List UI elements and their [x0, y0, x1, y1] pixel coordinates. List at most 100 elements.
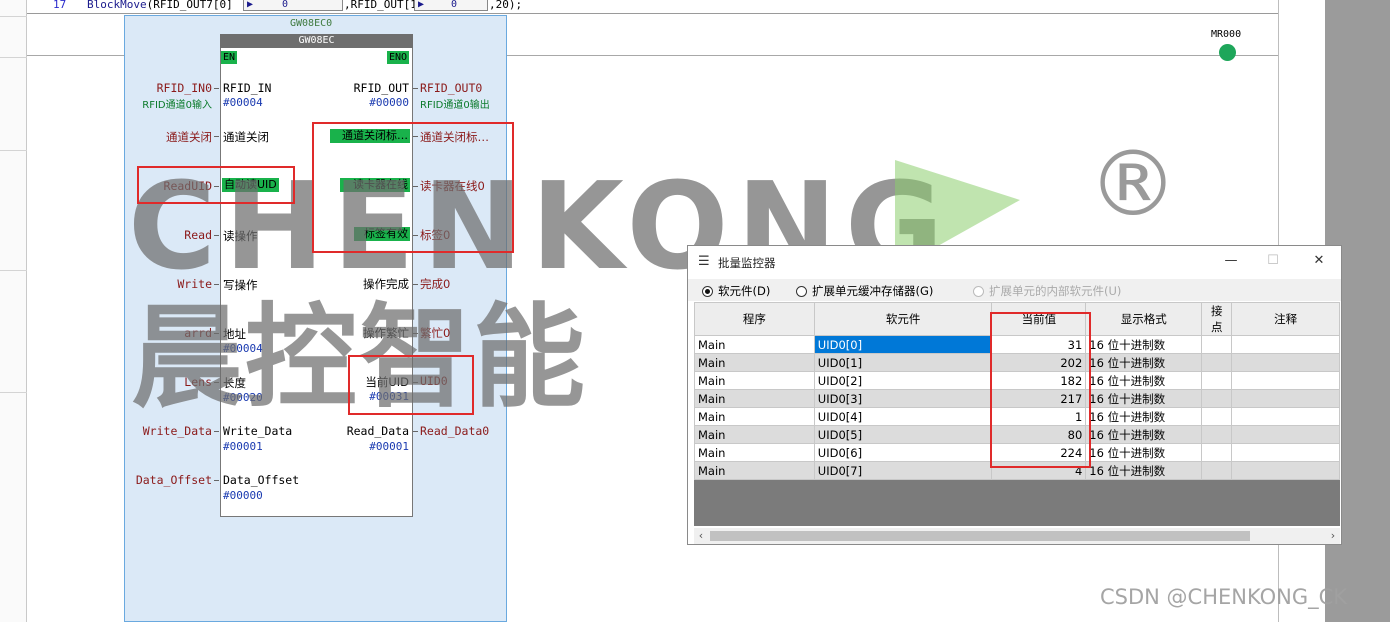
- column-header-comment[interactable]: 注释: [1231, 302, 1340, 336]
- cell-contact[interactable]: [1201, 371, 1233, 390]
- cell-program[interactable]: Main: [694, 389, 815, 408]
- highlight-status-outputs: [312, 122, 514, 253]
- fb-en-pin: EN: [221, 51, 238, 64]
- cell-comment[interactable]: [1231, 425, 1340, 444]
- cell-contact[interactable]: [1201, 443, 1233, 462]
- batch-monitor-window[interactable]: ☰ 批量监控器 — ☐ ✕ 软元件(D) 扩展单元缓冲存储器(G) 扩展单元的内…: [687, 245, 1342, 545]
- coil-icon[interactable]: [1219, 44, 1236, 61]
- cell-program[interactable]: Main: [694, 335, 815, 354]
- cell-device[interactable]: UID0[3]: [813, 389, 993, 408]
- editor-gutter: [0, 0, 27, 622]
- fb-output-pin: Read_Data: [346, 424, 409, 438]
- cell-device[interactable]: UID0[2]: [813, 371, 993, 390]
- coil-label: MR000: [1211, 29, 1242, 40]
- fb-output-ext-label[interactable]: RFID_OUT0: [420, 81, 482, 95]
- function-name: BlockMove: [87, 0, 147, 11]
- cell-program[interactable]: Main: [694, 425, 815, 444]
- column-header-format[interactable]: 显示格式: [1085, 302, 1203, 336]
- fb-input-ext-label[interactable]: RFID_IN0: [122, 81, 212, 95]
- radio-buffer-g[interactable]: 扩展单元缓冲存储器(G): [796, 283, 933, 299]
- window-title: 批量监控器: [718, 256, 776, 270]
- cell-device[interactable]: UID0[5]: [813, 425, 993, 444]
- scroll-right-icon[interactable]: ›: [1326, 528, 1340, 544]
- cell-format[interactable]: 16 位十进制数: [1085, 371, 1203, 390]
- cell-contact[interactable]: [1201, 461, 1233, 480]
- cell-program[interactable]: Main: [694, 461, 815, 480]
- fb-input-ext-label[interactable]: 通道关闭: [122, 129, 212, 145]
- cell-comment[interactable]: [1231, 335, 1340, 354]
- monitor-value: 0: [451, 0, 458, 10]
- cell-contact[interactable]: [1201, 335, 1233, 354]
- cell-format[interactable]: 16 位十进制数: [1085, 389, 1203, 408]
- play-icon: ▶: [418, 0, 425, 10]
- cell-comment[interactable]: [1231, 389, 1340, 408]
- fb-input-value: #00001: [223, 440, 263, 453]
- cell-format[interactable]: 16 位十进制数: [1085, 443, 1203, 462]
- code-text: BlockMove(RFID_OUT7[0]: [87, 0, 233, 11]
- radio-device-d[interactable]: 软元件(D): [702, 283, 770, 299]
- cell-format[interactable]: 16 位十进制数: [1085, 407, 1203, 426]
- watermark-registered-mark: ®: [1088, 132, 1178, 237]
- close-button[interactable]: ✕: [1306, 252, 1332, 270]
- cell-comment[interactable]: [1231, 407, 1340, 426]
- fb-input-ext-label[interactable]: Write_Data: [122, 424, 212, 438]
- fb-eno-pin: ENO: [387, 51, 410, 64]
- fb-input-ext-label[interactable]: Data_Offset: [122, 473, 212, 487]
- cell-program[interactable]: Main: [694, 371, 815, 390]
- cell-device[interactable]: UID0[1]: [813, 353, 993, 372]
- maximize-button[interactable]: ☐: [1260, 252, 1286, 270]
- cell-program[interactable]: Main: [694, 443, 815, 462]
- cell-comment[interactable]: [1231, 353, 1340, 372]
- cell-device[interactable]: UID0[7]: [813, 461, 993, 480]
- monitor-value-box-2[interactable]: ▶ 0: [414, 0, 488, 11]
- cell-format[interactable]: 16 位十进制数: [1085, 425, 1203, 444]
- window-titlebar[interactable]: ☰ 批量监控器 — ☐ ✕: [688, 246, 1341, 277]
- cell-format[interactable]: 16 位十进制数: [1085, 335, 1203, 354]
- highlight-readuid: [137, 166, 295, 204]
- cell-contact[interactable]: [1201, 389, 1233, 408]
- fb-output-value: #00000: [369, 96, 409, 109]
- radio-checked-icon: [702, 286, 713, 297]
- monitor-value-box-1[interactable]: ▶ 0: [243, 0, 343, 11]
- cell-comment[interactable]: [1231, 461, 1340, 480]
- radio-internal-u: 扩展单元的内部软元件(U): [973, 283, 1121, 299]
- column-header-contact[interactable]: 接点: [1201, 302, 1233, 336]
- cell-program[interactable]: Main: [694, 407, 815, 426]
- fb-input-pin: Data_Offset: [223, 473, 300, 487]
- column-header-program[interactable]: 程序: [694, 302, 815, 336]
- scroll-left-icon[interactable]: ‹: [694, 528, 708, 544]
- cell-device[interactable]: UID0[4]: [813, 407, 993, 426]
- fb-input-pin: 通道关闭: [223, 130, 269, 144]
- fb-instance-name: GW08EC0: [290, 18, 333, 29]
- code-line-17[interactable]: 17 BlockMove(RFID_OUT7[0] ▶ 0 ,RFID_OUT[1…: [27, 0, 1278, 14]
- fb-input-value: #00004: [223, 96, 263, 109]
- monitor-value: 0: [282, 0, 289, 10]
- fb-input-pin: RFID_IN: [223, 81, 272, 95]
- cell-contact[interactable]: [1201, 425, 1233, 444]
- scrollbar-thumb[interactable]: [710, 531, 1250, 541]
- cell-contact[interactable]: [1201, 407, 1233, 426]
- list-icon: ☰: [698, 254, 710, 269]
- column-header-device[interactable]: 软元件: [813, 302, 993, 336]
- fb-input-ext-comment: RFID通道0输入: [142, 100, 212, 111]
- radio-unchecked-icon: [973, 286, 984, 297]
- fb-type-name: GW08EC: [220, 34, 413, 48]
- fb-input-pin: Write_Data: [223, 424, 293, 438]
- fb-input-value: #00000: [223, 489, 263, 502]
- highlight-current-values: [990, 312, 1091, 468]
- cell-contact[interactable]: [1201, 353, 1233, 372]
- cell-program[interactable]: Main: [694, 353, 815, 372]
- cell-device[interactable]: UID0[0]: [813, 335, 993, 354]
- horizontal-scrollbar[interactable]: ‹ ›: [694, 528, 1340, 544]
- device-type-radio-group: 软元件(D) 扩展单元缓冲存储器(G) 扩展单元的内部软元件(U): [688, 279, 1341, 301]
- line-number: 17: [53, 0, 67, 11]
- minimize-button[interactable]: —: [1218, 252, 1244, 270]
- cell-format[interactable]: 16 位十进制数: [1085, 461, 1203, 480]
- fb-output-value: #00001: [369, 440, 409, 453]
- cell-device[interactable]: UID0[6]: [813, 443, 993, 462]
- cell-format[interactable]: 16 位十进制数: [1085, 353, 1203, 372]
- cell-comment[interactable]: [1231, 371, 1340, 390]
- cell-comment[interactable]: [1231, 443, 1340, 462]
- fb-output-ext-label[interactable]: Read_Data0: [420, 424, 489, 438]
- code-arg1: (RFID_OUT7[0]: [146, 0, 233, 11]
